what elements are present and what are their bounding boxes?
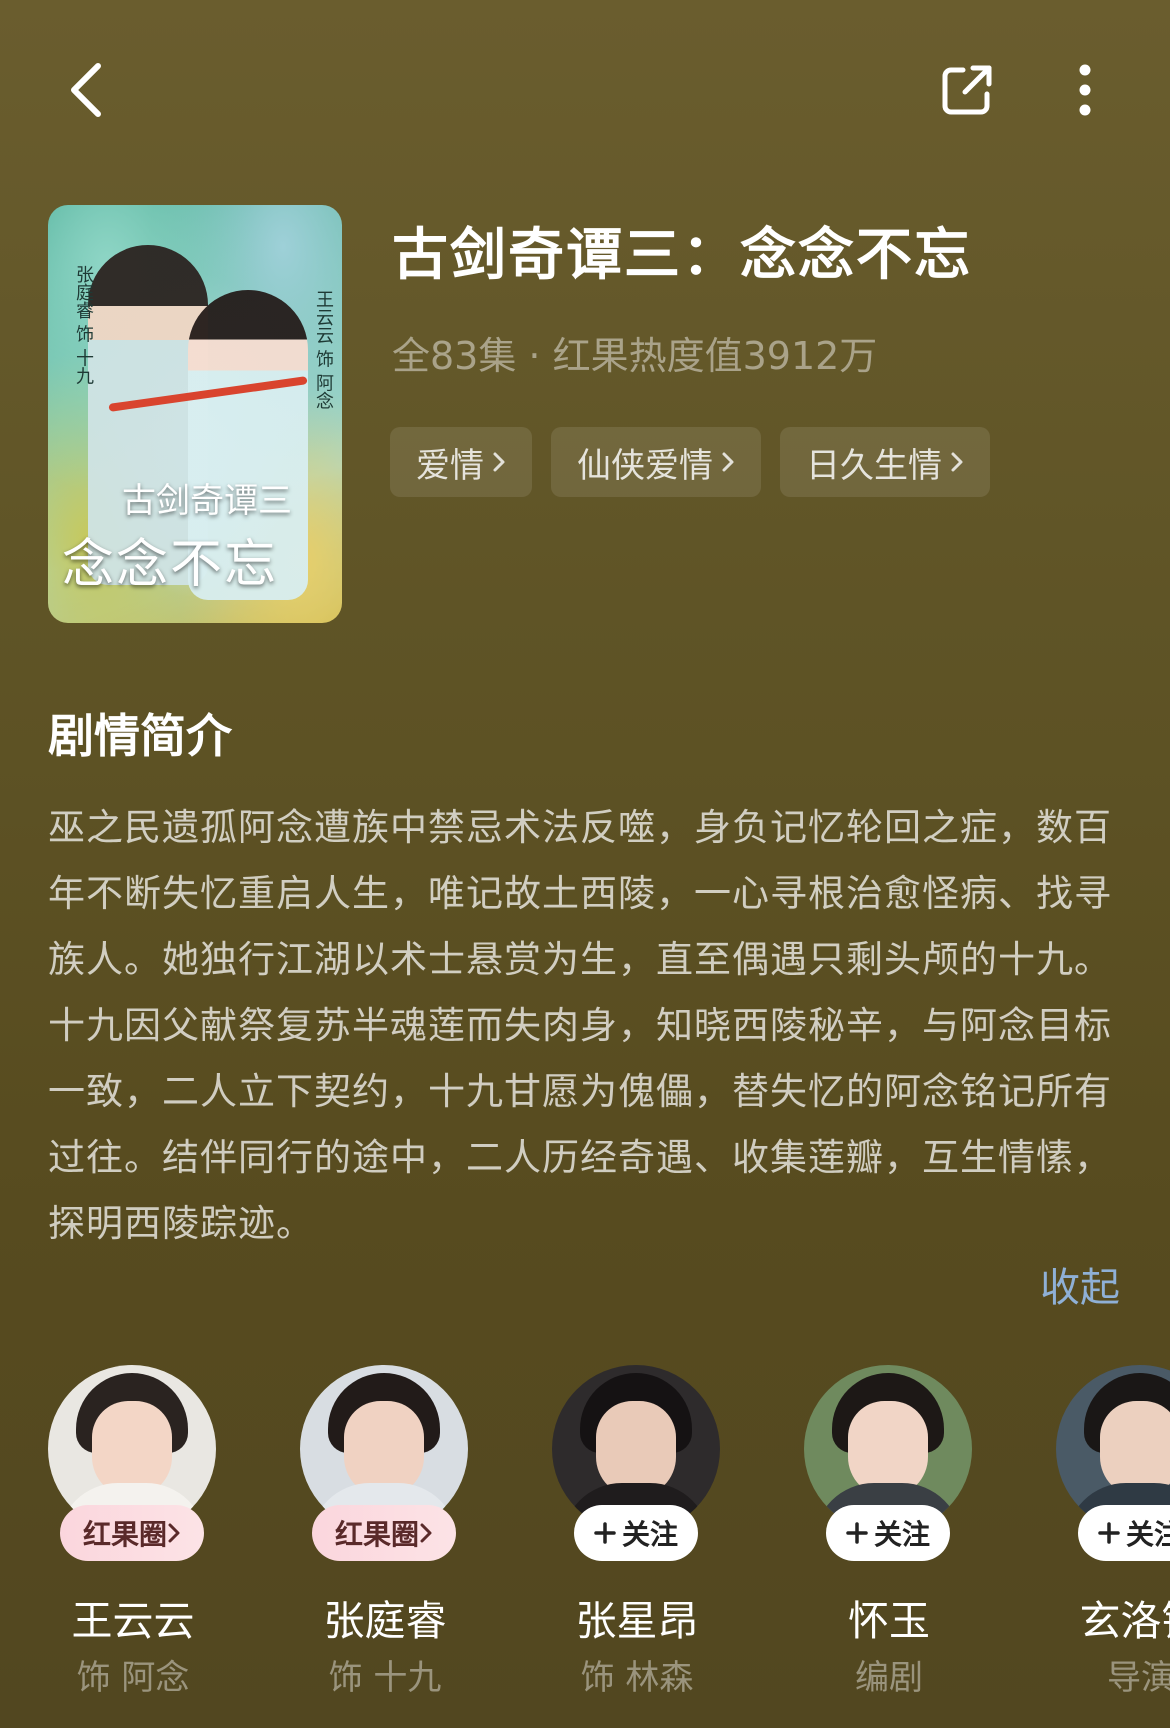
tag-label: 仙侠爱情 <box>577 445 713 486</box>
tag-list: 爱情 仙侠爱情 日久生情 <box>390 427 990 497</box>
synopsis-heading: 剧情简介 <box>48 709 232 763</box>
tag-slow-burn[interactable]: 日久生情 <box>780 427 990 497</box>
cast-role: 导演 <box>1107 1658 1170 1698</box>
chevron-right-icon <box>951 452 963 472</box>
more-button[interactable] <box>1060 58 1110 122</box>
chevron-right-icon <box>420 1523 432 1543</box>
cast-name: 张庭睿 <box>323 1597 447 1645</box>
cast-list: 红果圈 王云云 饰 阿念 红果圈 张庭睿 饰 十九 关注 张星昂 饰 林森 关注… <box>48 1365 1170 1705</box>
tag-xianxia-romance[interactable]: 仙侠爱情 <box>551 427 761 497</box>
follow-button[interactable]: 关注 <box>574 1505 698 1561</box>
tag-label: 爱情 <box>416 445 484 486</box>
hongguo-circle-badge[interactable]: 红果圈 <box>60 1505 204 1561</box>
badge-label: 红果圈 <box>82 1518 167 1551</box>
collapse-link[interactable]: 收起 <box>1040 1255 1120 1313</box>
chevron-right-icon <box>493 452 505 472</box>
cast-name: 张星昂 <box>575 1597 699 1645</box>
follow-label: 关注 <box>1125 1518 1170 1551</box>
plus-icon <box>1098 1522 1120 1544</box>
cast-role: 编剧 <box>855 1658 923 1698</box>
cast-name: 怀玉 <box>848 1597 930 1645</box>
chevron-right-icon <box>168 1523 180 1543</box>
chevron-right-icon <box>722 452 734 472</box>
more-vertical-icon <box>1079 64 1091 116</box>
poster-title-line1: 古剑奇谭三 <box>122 481 292 521</box>
poster-actor-right: 王云云 饰 阿念 <box>313 290 334 410</box>
hongguo-circle-badge[interactable]: 红果圈 <box>312 1505 456 1561</box>
show-poster[interactable]: 张庭睿 饰 十九 王云云 饰 阿念 古剑奇谭三 念念不忘 <box>48 205 342 623</box>
tag-label: 日久生情 <box>806 445 942 486</box>
synopsis-text: 巫之民遗孤阿念遭族中禁忌术法反噬，身负记忆轮回之症，数百年不断失忆重启人生，唯记… <box>48 806 1112 1245</box>
show-meta: 全83集 · 红果热度值3912万 <box>392 334 878 378</box>
follow-button[interactable]: 关注 <box>1078 1505 1170 1561</box>
follow-label: 关注 <box>873 1518 930 1551</box>
poster-title: 古剑奇谭三 念念不忘 <box>62 473 332 597</box>
cast-role: 饰 十九 <box>328 1658 442 1698</box>
follow-label: 关注 <box>621 1518 678 1551</box>
cast-name: 王云云 <box>71 1597 195 1645</box>
show-title: 古剑奇谭三：念念不忘 <box>392 223 972 288</box>
top-bar <box>0 0 1170 190</box>
tag-romance[interactable]: 爱情 <box>390 427 532 497</box>
poster-title-line2: 念念不忘 <box>62 535 279 595</box>
follow-button[interactable]: 关注 <box>826 1505 950 1561</box>
plus-icon <box>594 1522 616 1544</box>
cast-role: 饰 阿念 <box>76 1658 190 1698</box>
back-chevron-icon <box>71 63 101 117</box>
share-icon <box>942 65 992 115</box>
cast-role: 饰 林森 <box>580 1658 694 1698</box>
share-button[interactable] <box>935 58 999 122</box>
plus-icon <box>846 1522 868 1544</box>
poster-actor-left: 张庭睿 饰 十九 <box>73 265 94 385</box>
back-button[interactable] <box>58 58 114 122</box>
cast-name: 玄洛铧 <box>1079 1597 1170 1645</box>
badge-label: 红果圈 <box>334 1518 419 1551</box>
